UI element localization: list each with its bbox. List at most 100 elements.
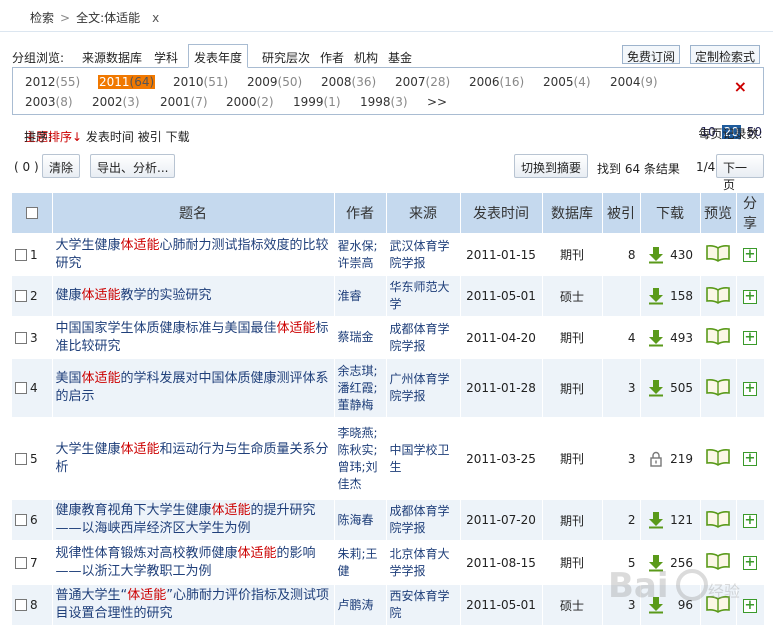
tab-research-level[interactable]: 研究层次 [262,49,310,66]
source-cell[interactable]: 华东师范大学 [386,276,461,316]
row-checkbox[interactable] [15,382,27,394]
source-cell[interactable]: 武汉体育学院学报 [386,233,461,276]
plus-icon[interactable]: + [743,452,757,466]
header-date[interactable]: 发表时间 [460,193,543,233]
sort-download-link[interactable]: 下载 [166,130,190,144]
year-2000-link[interactable]: 2000(2) [226,95,274,109]
year-2007-link[interactable]: 2007(28) [395,75,450,89]
sort-date-link[interactable]: 发表时间 [86,130,134,144]
header-download[interactable]: 下载 [640,193,701,233]
plus-icon[interactable]: + [743,513,757,528]
header-cited[interactable]: 被引 [602,193,641,233]
plus-icon[interactable]: + [743,331,757,345]
lock-icon[interactable] [647,450,665,468]
book-preview-icon[interactable] [705,286,731,304]
cited-count[interactable]: 3 [602,585,641,625]
book-preview-icon[interactable] [705,595,731,613]
author-cell[interactable]: 淮睿 [334,276,387,316]
year-2008-link[interactable]: 2008(36) [321,75,376,89]
next-page-button[interactable]: 下一页 [716,154,764,192]
download-icon[interactable] [647,246,665,264]
cited-count[interactable]: 5 [602,540,641,585]
year-1999-link[interactable]: 1999(1) [293,95,341,109]
tab-publish-year[interactable]: 发表年度 [188,44,249,68]
close-icon[interactable]: × [734,77,747,96]
source-cell[interactable]: 广州体育学院学报 [386,359,461,417]
book-preview-icon[interactable] [705,448,731,466]
plus-icon[interactable]: + [743,248,757,262]
year-2006-link[interactable]: 2006(16) [469,75,524,89]
source-cell[interactable]: 西安体育学院 [386,585,461,625]
more-years-link[interactable]: >> [427,95,447,109]
author-cell[interactable]: 朱莉;王健 [334,540,387,585]
article-title-link[interactable]: 大学生健康体适能和运动行为与生命质量关系分析 [52,417,335,500]
article-title-link[interactable]: 大学生健康体适能心肺耐力测试指标效度的比较研究 [52,233,335,276]
year-2009-link[interactable]: 2009(50) [247,75,302,89]
download-icon[interactable] [647,511,665,529]
book-preview-icon[interactable] [705,244,731,262]
year-2012-link[interactable]: 2012(55) [25,75,80,89]
article-title-link[interactable]: 中国国家学生体质健康标准与美国最佳体适能标准比较研究 [52,316,335,359]
book-preview-icon[interactable] [705,327,731,345]
cited-count[interactable]: 3 [602,417,641,500]
plus-icon[interactable]: + [743,381,757,396]
source-cell[interactable]: 北京体育大学学报 [386,540,461,585]
author-cell[interactable]: 余志琪;潘红霞;董静梅 [334,359,387,417]
author-cell[interactable]: 卢鹏涛 [334,585,387,625]
article-title-link[interactable]: 健康教育视角下大学生健康体适能的提升研究——以海峡西岸经济区大学生为例 [52,500,335,540]
year-2001-link[interactable]: 2001(7) [160,95,208,109]
download-icon[interactable] [647,554,665,572]
article-title-link[interactable]: 规律性体育锻炼对高校教师健康体适能的影响——以浙江大学教职工为例 [52,540,335,585]
plus-icon[interactable]: + [743,289,757,304]
book-preview-icon[interactable] [705,378,731,396]
switch-to-abstract-button[interactable]: 切换到摘要 [514,154,589,178]
article-title-link[interactable]: 健康体适能教学的实验研究 [52,276,335,316]
row-checkbox[interactable] [15,248,27,261]
author-cell[interactable]: 翟水保;许崇高 [334,233,387,276]
source-cell[interactable]: 成都体育学院学报 [386,500,461,540]
article-title-link[interactable]: 普通大学生“体适能”心肺耐力评价指标及测试项目设置合理性的研究 [52,585,335,625]
book-preview-icon[interactable] [705,510,731,528]
row-checkbox[interactable] [15,331,27,344]
remove-filter-button[interactable]: x [152,11,159,25]
year-2003-link[interactable]: 2003(8) [25,95,73,109]
year-2005-link[interactable]: 2005(4) [543,75,591,89]
custom-search-button[interactable]: 定制检索式 [690,45,761,64]
cited-count[interactable]: 2 [602,500,641,540]
tab-fund[interactable]: 基金 [388,49,412,66]
year-2004-link[interactable]: 2004(9) [610,75,658,89]
cited-count[interactable]: 8 [602,233,641,276]
year-1998-link[interactable]: 1998(3) [360,95,408,109]
cited-count[interactable] [602,276,641,316]
cited-count[interactable]: 4 [602,316,641,359]
plus-icon[interactable]: + [743,556,757,570]
tab-source-database[interactable]: 来源数据库 [82,49,142,66]
cited-count[interactable]: 3 [602,359,641,417]
row-checkbox[interactable] [15,290,27,302]
source-cell[interactable]: 中国学校卫生 [386,417,461,500]
row-checkbox[interactable] [15,599,27,611]
source-cell[interactable]: 成都体育学院学报 [386,316,461,359]
download-icon[interactable] [647,596,665,614]
download-icon[interactable] [647,379,665,397]
book-preview-icon[interactable] [705,552,731,570]
year-2002-link[interactable]: 2002(3) [92,95,140,109]
row-checkbox[interactable] [15,514,27,526]
free-subscribe-button[interactable]: 免费订阅 [622,45,681,64]
row-checkbox[interactable] [15,452,27,465]
year-2010-link[interactable]: 2010(51) [173,75,228,89]
tab-subject[interactable]: 学科 [154,49,178,66]
article-title-link[interactable]: 美国体适能的学科发展对中国体质健康测评体系的启示 [52,359,335,417]
author-cell[interactable]: 蔡瑞金 [334,316,387,359]
tab-institution[interactable]: 机构 [354,49,378,66]
download-icon[interactable] [647,329,665,347]
plus-icon[interactable]: + [743,598,757,613]
year-2011-link[interactable]: 2011(64) [98,75,156,89]
clear-button[interactable]: 清除 [42,154,81,178]
breadcrumb-search-link[interactable]: 检索 [30,11,54,25]
download-icon[interactable] [647,287,665,305]
tab-author[interactable]: 作者 [320,49,344,66]
select-all-checkbox[interactable] [25,207,38,219]
row-checkbox[interactable] [15,556,27,569]
sort-cited-link[interactable]: 被引 [138,130,162,144]
